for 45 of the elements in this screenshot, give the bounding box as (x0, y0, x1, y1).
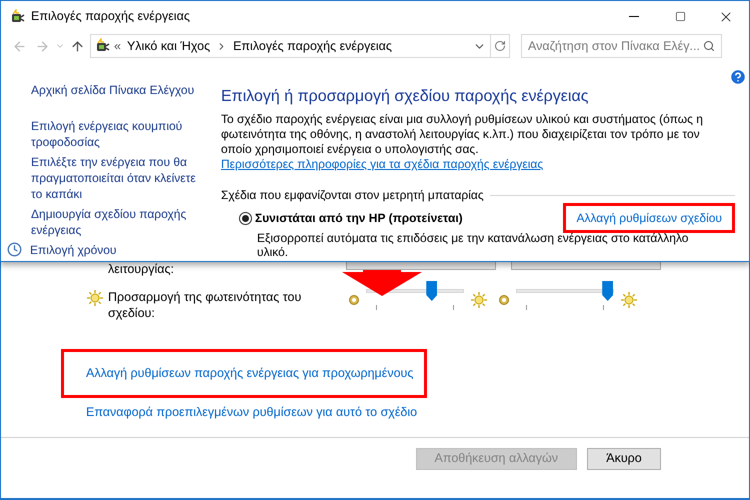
dropdown[interactable] (511, 262, 661, 270)
window-title: Επιλογές παροχής ενέργειας (31, 8, 190, 26)
search-field[interactable]: Αναζήτηση στον Πίνακα Ελέγ... (521, 34, 722, 58)
sidebar-link[interactable]: Επιλογή ενέργειας κουμπιού τροφοδοσίας (31, 118, 201, 150)
help-icon[interactable] (729, 68, 747, 86)
brightness-label: Προσαρμογή της φωτεινότητας του σχεδίου: (108, 289, 302, 321)
search-icon (703, 40, 715, 52)
slider-thumb[interactable] (426, 281, 438, 301)
cancel-button[interactable]: Άκυρο (587, 448, 661, 470)
setting-label: λειτουργίας: (108, 261, 176, 277)
overflow-chevron[interactable]: « (114, 36, 121, 56)
breadcrumb-item[interactable]: Υλικό και Ήχος (124, 36, 212, 56)
address-field[interactable]: « Υλικό και Ήχος Επιλογές παροχής ενέργειας (90, 34, 510, 58)
refresh-icon[interactable] (494, 40, 506, 52)
dropdown[interactable] (346, 262, 496, 270)
page-heading: Επιλογή ή προσαρμογή σχεδίου παροχής ενέργειας (221, 87, 590, 107)
description-text: Το σχέδιο παροχής ενέργειας είναι μια συλλογή ρυθμίσεων υλικού και συστήματος (όπως η φωτεινότητα της οθόνης, η αναστολή λειτουργίας κ.λπ.) που διαχειρίζεται τον τρόπο με τον οποίο χρησιμοποιεί ενέργεια ο υπολογιστής σας. Περισσότερες πληροφορίες για τα σχέδια παροχής ενέργειας (221, 112, 704, 172)
breadcrumb-item[interactable]: Επιλογές παροχής ενέργειας (231, 36, 394, 56)
maximize-icon (674, 11, 686, 22)
bright-brightness-icon (470, 290, 488, 308)
sidebar-link[interactable]: Επιλογή χρόνου (30, 242, 200, 258)
power-plug-icon (94, 38, 110, 54)
sidebar-link[interactable]: Αρχική σελίδα Πίνακα Ελέγχου (31, 82, 206, 98)
bright-brightness-icon (620, 290, 638, 308)
settings-link[interactable]: Αλλαγή ρυθμίσεων παροχής ενέργειας για προχωρημένους (86, 366, 414, 380)
dim-brightness-icon (498, 294, 510, 306)
slider-thumb[interactable] (602, 281, 614, 301)
dim-brightness-icon (348, 294, 360, 306)
radio-button[interactable] (239, 212, 252, 224)
up-icon[interactable] (70, 38, 85, 54)
back-icon[interactable] (12, 38, 27, 54)
sidebar-link[interactable]: Επιλέξτε την ενέργεια που θα πραγματοποιείται όταν κλείνετε το καπάκι (31, 154, 201, 202)
forward-icon[interactable] (35, 38, 50, 54)
clock-icon (7, 242, 22, 257)
section-label: Σχέδια που εμφανίζονται στον μετρητή μπαταρίας (221, 187, 484, 204)
power-plug-icon (9, 8, 25, 24)
change-plan-link[interactable]: Αλλαγή ρυθμίσεων σχεδίου (576, 211, 722, 225)
settings-link[interactable]: Επαναφορά προεπιλεγμένων ρυθμίσεων για αυτό το σχέδιο (86, 404, 418, 419)
plan-name: Συνιστάται από την HP (προτείνεται) (255, 210, 463, 227)
minimize-icon (629, 16, 639, 17)
more-info-link[interactable]: Περισσότερες πληροφορίες για τα σχέδια παροχής ενέργειας (221, 157, 544, 171)
brightness-icon (86, 289, 104, 307)
sidebar-link[interactable]: Δημιουργία σχεδίου παροχής ενέργειας (31, 206, 201, 238)
plan-description: Εξισορροπεί αυτόματα τις επιδόσεις με την κατανάλωση ενέργειας στο κατάλληλο υλικό. (257, 231, 690, 259)
down-arrow-icon (342, 270, 422, 296)
